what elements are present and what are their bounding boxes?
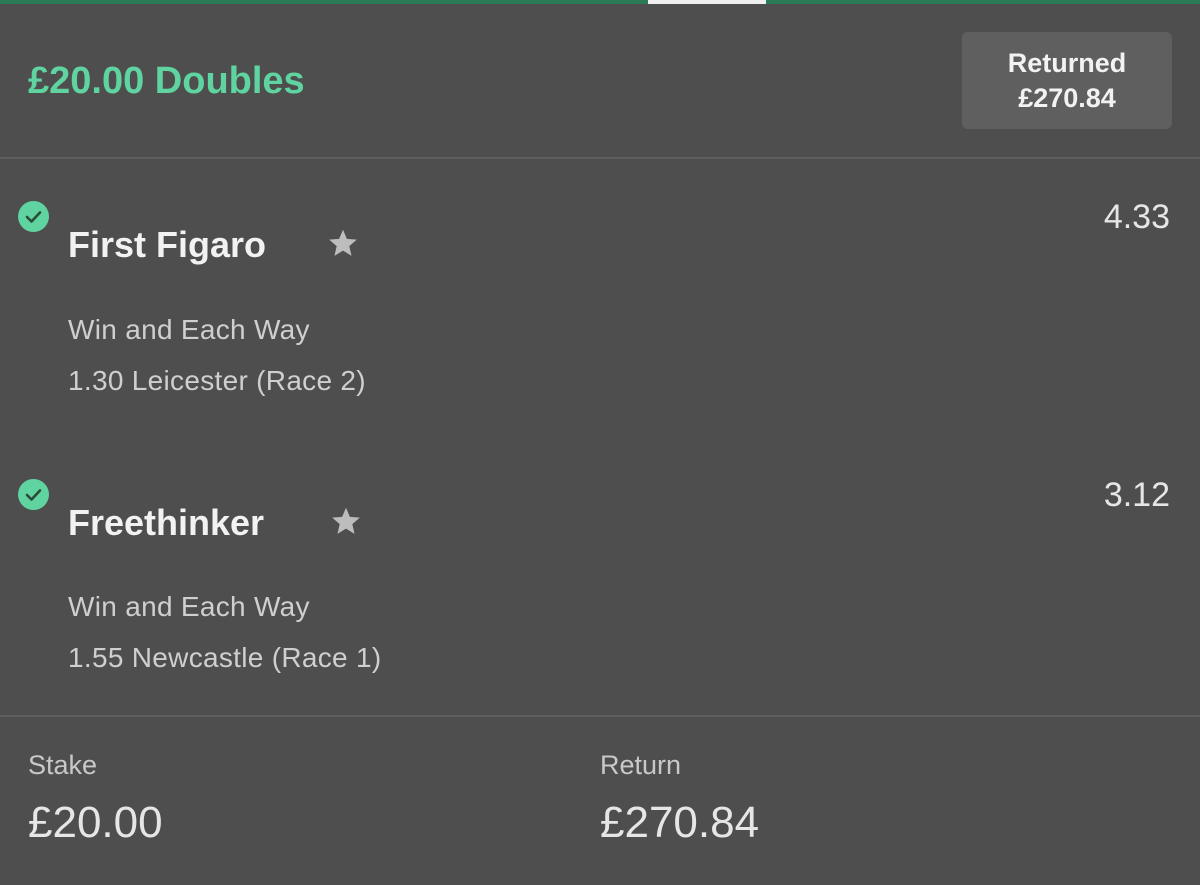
check-circle-icon [18,201,49,232]
runner-name: First Figaro [68,224,267,265]
footer-divider [0,715,1200,717]
selection-item: First Figaro 4.33 Win and Each Way 1.30 … [0,160,1200,410]
selection-market: Win and Each Way [68,591,310,622]
returned-amount: £270.84 [1018,82,1116,113]
selection-event: 1.30 Leicester (Race 2) [68,365,366,396]
star-icon[interactable] [328,504,364,540]
selection-item: Freethinker 3.12 Win and Each Way 1.55 N… [0,438,1200,688]
runner-name: Freethinker [68,502,265,543]
return-value: £270.84 [600,798,760,847]
return-label: Return [600,750,682,780]
selection-market: Win and Each Way [68,314,310,345]
bet-header: £20.00 Doubles Returned £270.84 [0,4,1200,158]
selection-odds: 4.33 [1103,198,1170,236]
selection-event: 1.55 Newcastle (Race 1) [68,642,382,673]
header-divider [0,157,1200,159]
stake-value: £20.00 [28,798,163,847]
returned-label: Returned [1007,47,1127,78]
check-circle-icon [18,479,49,510]
stake-label: Stake [28,750,98,780]
star-icon[interactable] [325,226,361,262]
bet-title: £20.00 Doubles [28,60,305,102]
returned-badge: Returned £270.84 [962,32,1172,129]
selection-odds: 3.12 [1103,476,1170,514]
